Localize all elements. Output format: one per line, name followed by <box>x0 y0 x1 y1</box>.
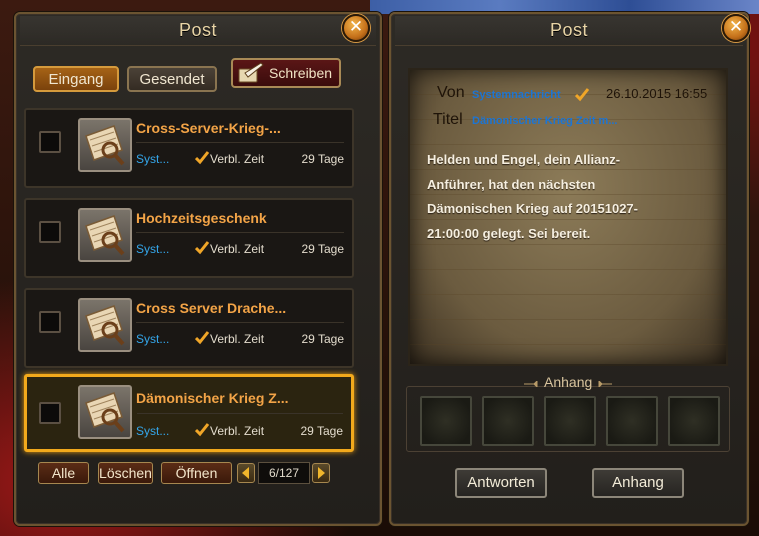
mail-body-line: 21:00:00 gelegt. Sei bereit. <box>427 225 591 241</box>
check-icon <box>195 151 209 165</box>
mail-item[interactable]: Cross Server Drache... Syst... Verbl. Ze… <box>24 288 354 368</box>
arrow-left-icon[interactable] <box>237 463 255 483</box>
delete-button[interactable]: Löschen <box>98 462 153 484</box>
mail-body-line: Anführer, hat den nächsten <box>427 176 596 192</box>
mail-scroll-icon-graphic <box>85 215 125 256</box>
mail-divider <box>136 142 344 143</box>
title-label: Titel <box>433 111 463 128</box>
mail-sender: Syst... <box>136 332 170 346</box>
mail-scroll-icon-graphic <box>85 125 125 166</box>
tab-eingang[interactable]: Eingang <box>33 66 119 92</box>
mail-date: 26.10.2015 16:55 <box>606 86 708 101</box>
select-all-button[interactable]: Alle <box>38 462 89 484</box>
mail-sender: Syst... <box>136 242 170 256</box>
mail-checkbox[interactable] <box>39 402 61 424</box>
attachment-slot[interactable] <box>668 396 720 446</box>
mail-sender: Syst... <box>136 152 170 166</box>
arrow-right-icon[interactable] <box>312 463 330 483</box>
panel-title: Post <box>178 20 218 40</box>
ornament-icon <box>598 381 612 387</box>
mail-scroll-icon-graphic <box>85 305 125 346</box>
mail-divider <box>136 232 344 233</box>
mail-subject: Hochzeitsgeschenk <box>136 210 267 226</box>
write-button-label: Schreiben <box>269 65 333 81</box>
quill-icon <box>238 62 264 83</box>
check-icon <box>195 331 209 345</box>
mail-divider <box>137 413 343 414</box>
check-icon <box>195 241 209 255</box>
mail-checkbox[interactable] <box>39 311 61 333</box>
mail-subject: Dämonischer Krieg Z... <box>136 390 289 406</box>
mail-body-line: Dämonischen Krieg auf 20151027- <box>427 201 638 216</box>
mail-body: Helden und Engel, dein Allianz- Anführer… <box>427 148 697 246</box>
mail-days-remaining: 29 Tage <box>301 242 345 256</box>
tab-gesendet[interactable]: Gesendet <box>127 66 217 92</box>
close-icon[interactable]: ✕ <box>342 14 370 42</box>
attachment-slot[interactable] <box>544 396 596 446</box>
mail-scroll-icon <box>78 118 132 172</box>
mail-days-remaining: 29 Tage <box>301 152 345 166</box>
page-indicator: 6/127 <box>258 462 310 484</box>
attachment-title: Anhang <box>544 374 593 390</box>
attachment-slot[interactable] <box>420 396 472 446</box>
open-button[interactable]: Öffnen <box>161 462 232 484</box>
mail-time-label: Verbl. Zeit <box>210 242 265 256</box>
mail-time-label: Verbl. Zeit <box>210 424 265 438</box>
from-label: Von <box>437 84 465 101</box>
mail-scroll-icon-graphic <box>85 392 125 433</box>
check-icon <box>195 423 209 437</box>
mail-time-label: Verbl. Zeit <box>210 152 265 166</box>
panel-title: Post <box>549 20 589 40</box>
mail-body-line: Helden und Engel, dein Allianz- <box>427 152 621 167</box>
mail-item[interactable]: Hochzeitsgeschenk Syst... Verbl. Zeit 29… <box>24 198 354 278</box>
ornament-icon <box>524 381 538 387</box>
from-value: Systemnachricht <box>472 89 561 101</box>
write-button[interactable]: Schreiben <box>231 58 341 88</box>
reply-button[interactable]: Antworten <box>455 468 547 498</box>
mail-item[interactable]: Cross-Server-Krieg-... Syst... Verbl. Ze… <box>24 108 354 188</box>
mail-checkbox[interactable] <box>39 221 61 243</box>
mail-subject: Cross-Server-Krieg-... <box>136 120 281 136</box>
mail-item-selected[interactable]: Dämonischer Krieg Z... Syst... Verbl. Ze… <box>24 374 354 452</box>
arrow-left-glyph <box>242 467 249 479</box>
mail-days-remaining: 29 Tage <box>300 424 344 438</box>
mail-scroll-icon <box>78 208 132 262</box>
mail-scroll-icon <box>78 385 132 439</box>
mail-days-remaining: 29 Tage <box>301 332 345 346</box>
mail-subject: Cross Server Drache... <box>136 300 287 316</box>
mail-sender: Syst... <box>136 424 170 438</box>
mail-time-label: Verbl. Zeit <box>210 332 265 346</box>
mail-scroll-icon <box>78 298 132 352</box>
title-value: Dämonischer Krieg Zeit m... <box>472 115 618 127</box>
check-icon <box>575 88 589 102</box>
attachment-button[interactable]: Anhang <box>592 468 684 498</box>
mail-checkbox[interactable] <box>39 131 61 153</box>
attachment-slot[interactable] <box>606 396 658 446</box>
close-icon[interactable]: ✕ <box>722 14 750 42</box>
mail-divider <box>136 322 344 323</box>
arrow-right-glyph <box>318 467 325 479</box>
attachment-slot[interactable] <box>482 396 534 446</box>
